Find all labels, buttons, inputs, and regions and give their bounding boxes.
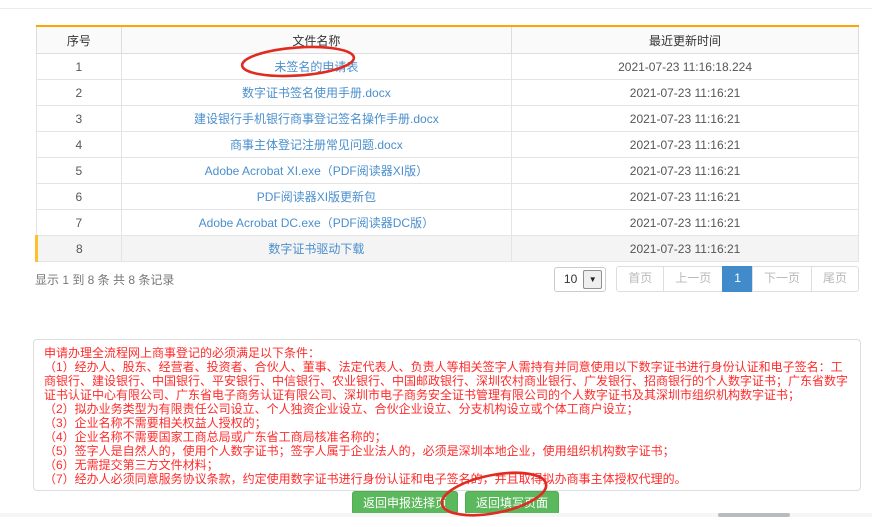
table-row: 2 数字证书签名使用手册.docx 2021-07-23 11:16:21 [37,80,859,106]
column-header-update-time: 最近更新时间 [512,26,859,54]
pagination-controls: 10 ▼ 首页 上一页 1 下一页 尾页 [554,266,859,291]
table-row: 8 数字证书驱动下载 2021-07-23 11:16:21 [37,236,859,262]
file-download-link[interactable]: 数字证书驱动下载 [268,242,364,256]
file-table-section: 序号 文件名称 最近更新时间 1 未签名的申请表 2021-07-23 11:1… [35,25,859,262]
pagination-bar: 显示 1 到 8 条 共 8 条记录 10 ▼ 首页 上一页 1 下一页 尾页 [35,260,859,298]
file-download-link[interactable]: PDF阅读器XI版更新包 [257,190,376,204]
row-index: 2 [37,80,122,106]
back-to-fill-page-button[interactable]: 返回填写页面 [465,491,559,515]
records-summary: 显示 1 到 8 条 共 8 条记录 [35,271,174,288]
row-index: 1 [37,54,122,80]
notice-line: （4）企业名称不需要国家工商总局或广东省工商局核准名称的； [44,430,850,444]
table-row: 1 未签名的申请表 2021-07-23 11:16:18.224 [37,54,859,80]
table-row: 5 Adobe Acrobat XI.exe（PDF阅读器XI版） 2021-0… [37,158,859,184]
notice-line: （5）签字人是自然人的，使用个人数字证书；签字人属于企业法人的，必须是深圳本地企… [44,444,850,458]
row-index: 8 [37,236,122,262]
table-row: 7 Adobe Acrobat DC.exe（PDF阅读器DC版） 2021-0… [37,210,859,236]
first-page-button[interactable]: 首页 [616,266,664,291]
last-page-button[interactable]: 尾页 [811,266,859,291]
row-index: 7 [37,210,122,236]
file-download-link[interactable]: 数字证书签名使用手册.docx [242,86,391,100]
notice-line: 申请办理全流程网上商事登记的必须满足以下条件： [44,346,850,360]
file-download-link[interactable]: 商事主体登记注册常见问题.docx [230,138,403,152]
notice-line: （7）经办人必须同意服务协议条款，约定使用数字证书进行身份认证和电子签名的，并且… [44,472,850,486]
top-divider [0,8,872,9]
row-index: 3 [37,106,122,132]
chevron-down-icon[interactable]: ▼ [583,270,602,289]
notice-line: （3）企业名称不需要相关权益人授权的； [44,416,850,430]
column-header-index: 序号 [37,26,122,54]
back-to-declaration-select-button[interactable]: 返回申报选择页 [352,491,458,515]
prev-page-button[interactable]: 上一页 [663,266,723,291]
row-update-time: 2021-07-23 11:16:21 [512,210,859,236]
table-body: 1 未签名的申请表 2021-07-23 11:16:18.224 2 数字证书… [37,54,859,262]
footer-buttons: 返回申报选择页 返回填写页面 [352,491,559,515]
notice-line: （1）经办人、股东、经营者、投资者、合伙人、董事、法定代表人、负责人等相关签字人… [44,360,850,402]
row-update-time: 2021-07-23 11:16:21 [512,80,859,106]
row-index: 4 [37,132,122,158]
notice-line: （2）拟办业务类型为有限责任公司设立、个人独资企业设立、合伙企业设立、分支机构设… [44,402,850,416]
row-update-time: 2021-07-23 11:16:21 [512,106,859,132]
table-row: 4 商事主体登记注册常见问题.docx 2021-07-23 11:16:21 [37,132,859,158]
row-update-time: 2021-07-23 11:16:18.224 [512,54,859,80]
requirements-notice: 申请办理全流程网上商事登记的必须满足以下条件： （1）经办人、股东、经营者、投资… [33,339,861,491]
file-download-link[interactable]: Adobe Acrobat DC.exe（PDF阅读器DC版） [199,216,434,230]
file-download-link[interactable]: 建设银行手机银行商事登记签名操作手册.docx [194,112,439,126]
table-row: 3 建设银行手机银行商事登记签名操作手册.docx 2021-07-23 11:… [37,106,859,132]
row-update-time: 2021-07-23 11:16:21 [512,184,859,210]
file-download-link[interactable]: 未签名的申请表 [274,60,358,74]
row-update-time: 2021-07-23 11:16:21 [512,132,859,158]
file-table: 序号 文件名称 最近更新时间 1 未签名的申请表 2021-07-23 11:1… [35,25,859,262]
row-index: 6 [37,184,122,210]
table-header: 序号 文件名称 最近更新时间 [37,26,859,54]
horizontal-scrollbar-thumb[interactable] [718,513,790,517]
column-header-file-name: 文件名称 [121,26,511,54]
next-page-button[interactable]: 下一页 [752,266,812,291]
page-size-value: 10 [564,272,577,286]
file-download-link[interactable]: Adobe Acrobat XI.exe（PDF阅读器XI版） [205,164,428,178]
page-size-select[interactable]: 10 ▼ [554,267,606,292]
table-row: 6 PDF阅读器XI版更新包 2021-07-23 11:16:21 [37,184,859,210]
row-update-time: 2021-07-23 11:16:21 [512,158,859,184]
file-download-page: 序号 文件名称 最近更新时间 1 未签名的申请表 2021-07-23 11:1… [0,0,872,527]
row-index: 5 [37,158,122,184]
row-update-time: 2021-07-23 11:16:21 [512,236,859,262]
notice-line: （6）无需提交第三方文件材料； [44,458,850,472]
horizontal-scrollbar-track[interactable] [0,513,872,517]
current-page-button[interactable]: 1 [722,266,753,291]
page-button-group: 首页 上一页 1 下一页 尾页 [616,266,859,291]
